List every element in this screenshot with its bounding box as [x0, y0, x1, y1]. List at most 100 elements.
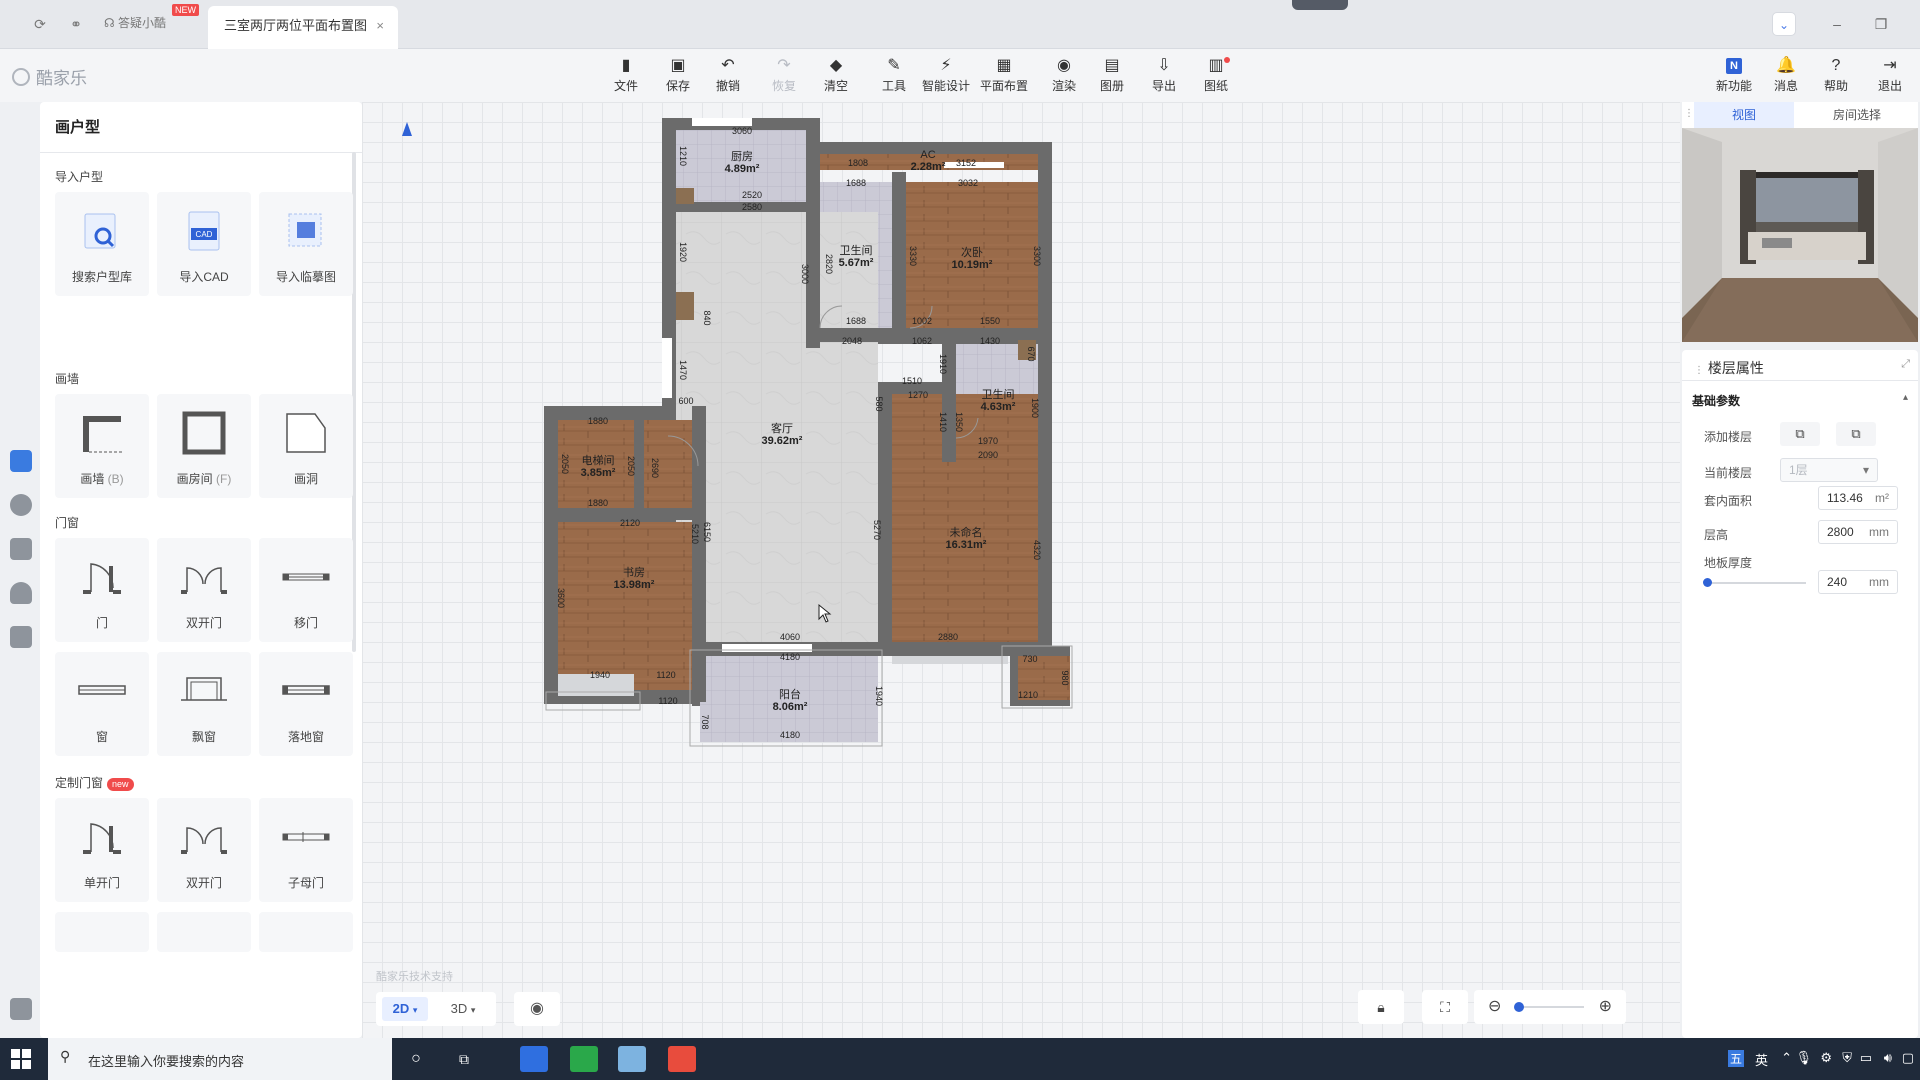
drag-handle-icon[interactable]: ⋮ — [1694, 365, 1704, 376]
minimize-icon[interactable]: – — [1826, 14, 1848, 34]
more-item[interactable] — [55, 912, 149, 952]
ime-mode-a[interactable]: 五 — [1727, 1050, 1744, 1067]
zoom-in-icon[interactable]: ⊕ — [1599, 990, 1612, 1024]
cortana-icon[interactable]: ○ — [402, 1046, 430, 1072]
tab-help[interactable]: ☊ 答疑小酷 NEW — [104, 4, 199, 31]
new-feature-button[interactable]: N 新功能 — [1710, 55, 1758, 94]
cabinet-icon[interactable] — [10, 626, 32, 648]
tool-drawing-button[interactable]: ▥ 图纸 — [1192, 55, 1240, 94]
user-icon[interactable] — [10, 582, 32, 604]
add-floor-above-button[interactable]: ⧉ — [1780, 422, 1820, 446]
visibility-toggle[interactable]: ◉ — [514, 992, 560, 1026]
tool-camera-button[interactable]: ◉ 渲染 — [1040, 55, 1088, 94]
tool-save-button[interactable]: ▣ 保存 — [654, 55, 702, 94]
gear-icon[interactable]: ⚙ — [1820, 1050, 1832, 1066]
window-handle[interactable] — [1292, 0, 1348, 10]
tool-layout-button[interactable]: ▦ 平面布置 — [980, 55, 1028, 94]
help-button[interactable]: ? 帮助 — [1812, 55, 1860, 94]
door-button[interactable]: 门 — [55, 538, 149, 642]
bay-window-button[interactable]: 飘窗 — [157, 652, 251, 756]
single-door-button[interactable]: 单开门 — [55, 798, 149, 902]
tab-room-select[interactable]: 房间选择 — [1802, 102, 1912, 128]
room-name: 未命名 — [950, 525, 983, 539]
floor-window-button[interactable]: 落地窗 — [259, 652, 353, 756]
current-floor-select[interactable]: 1层 ▾ — [1780, 458, 1878, 482]
kujiale-app-icon[interactable] — [520, 1046, 548, 1072]
drag-handle-icon[interactable]: ⋮ — [1684, 108, 1694, 119]
refresh-icon[interactable]: ⟳ — [30, 14, 50, 34]
bell-button[interactable]: 🔔 消息 — [1762, 55, 1810, 94]
tool-redo-button[interactable]: ↷ 恢复 — [760, 55, 808, 94]
tool-export-button[interactable]: ⇩ 导出 — [1140, 55, 1188, 94]
custom-double-door-button[interactable]: 双开门 — [157, 798, 251, 902]
headset-icon: ☊ — [104, 16, 115, 30]
windows-start-icon[interactable] — [10, 1048, 32, 1070]
more-item[interactable] — [157, 912, 251, 952]
caret-up-icon[interactable]: ▴ — [1903, 392, 1908, 403]
sliding-door-button[interactable]: 移门 — [259, 538, 353, 642]
tool-album-button[interactable]: ▤ 图册 — [1088, 55, 1136, 94]
volume-icon[interactable]: 🔊︎ — [1884, 1050, 1892, 1066]
floorplan-mode-icon[interactable] — [10, 450, 32, 472]
tool-eraser-button[interactable]: ◆ 清空 — [812, 55, 860, 94]
fit-view-button[interactable]: ⛶ — [1422, 990, 1468, 1024]
task-view-icon[interactable]: ⧉ — [450, 1046, 478, 1072]
window-button[interactable]: 窗 — [55, 652, 149, 756]
room-study[interactable] — [558, 522, 692, 690]
collapse-icon[interactable]: ⌄ — [1772, 12, 1796, 36]
floor-properties: ⋮ 楼层属性 ⤢ 基础参数 ▴ 添加楼层 ⧉ ⧉ 当前楼层 1层 ▾ 套内面积 1… — [1682, 350, 1918, 1038]
thickness-slider[interactable] — [1703, 578, 1806, 587]
view-2d-button[interactable]: 2D ▾ — [382, 997, 428, 1021]
tab-floorplan[interactable]: 三室两厅两位平面布置图 × — [208, 6, 398, 49]
import-cad-button[interactable]: CAD 导入CAD — [157, 192, 251, 296]
dimension-label: 3032 — [958, 178, 978, 188]
area-field[interactable]: 113.46 m² — [1818, 486, 1898, 510]
zoom-handle[interactable] — [1514, 1002, 1525, 1012]
chevron-up-icon[interactable]: ⌃ — [1781, 1050, 1792, 1066]
tool-label: 保存 — [665, 79, 690, 93]
list-icon[interactable] — [10, 998, 32, 1020]
design-canvas[interactable]: 厨房 4.89m² AC 2.28m² 卫生间 5.67m² 次卧 10.19m² 卫生间 4.6… — [362, 102, 1680, 1038]
draw-wall-button[interactable]: 画墙 (B) — [55, 394, 149, 498]
network-icon[interactable]: ▭ — [1860, 1050, 1872, 1066]
floor-plan[interactable]: 厨房4.89m²AC2.28m²卫生间5.67m²次卧10.19m²卫生间4.6… — [362, 102, 1680, 1038]
taskbar-search[interactable]: ⚲ 在这里输入你要搜索的内容 — [48, 1038, 392, 1080]
tool-wrench-button[interactable]: ✎ 工具 — [870, 55, 918, 94]
view-3d-button[interactable]: 3D ▾ — [440, 997, 486, 1021]
link-icon[interactable]: ⚭ — [66, 14, 86, 34]
exit-button[interactable]: ⇥ 退出 — [1866, 55, 1914, 94]
tool-lightning-button[interactable]: ⚡ 智能设计 — [922, 55, 970, 94]
tool-undo-button[interactable]: ↶ 撤销 — [704, 55, 752, 94]
lock-button[interactable]: 🔒︎ — [1358, 990, 1404, 1024]
3d-preview[interactable] — [1682, 128, 1918, 342]
more-item[interactable] — [259, 912, 353, 952]
chevron-down-icon: ▾ — [1862, 463, 1869, 477]
draw-room-button[interactable]: 画房间 (F) — [157, 394, 251, 498]
view-switcher: 2D ▾ 3D ▾ — [376, 992, 496, 1026]
zoom-out-icon[interactable]: ⊖ — [1488, 990, 1501, 1024]
lightbulb-icon[interactable] — [10, 494, 32, 516]
import-sketch-button[interactable]: 导入临摹图 — [259, 192, 353, 296]
tool-file-button[interactable]: ▮ 文件 — [602, 55, 650, 94]
tab-view[interactable]: 视图 — [1694, 102, 1794, 128]
mother-son-door-button[interactable]: 子母门 — [259, 798, 353, 902]
notification-icon[interactable]: ▢ — [1902, 1050, 1914, 1066]
thickness-field[interactable]: 240 mm — [1818, 570, 1898, 594]
shield-icon[interactable]: ⛨ — [1842, 1050, 1852, 1066]
sofa-icon[interactable] — [10, 538, 32, 560]
recorder-app-icon[interactable] — [668, 1046, 696, 1072]
height-field[interactable]: 2800 mm — [1818, 520, 1898, 544]
zoom-slider[interactable] — [1514, 1002, 1584, 1012]
close-tab-icon[interactable]: × — [376, 6, 384, 46]
draw-hole-button[interactable]: 画洞 — [259, 394, 353, 498]
expand-icon[interactable]: ⤢ — [1901, 358, 1910, 371]
mic-icon[interactable]: 🎙︎ — [1795, 1050, 1812, 1066]
notes-app-icon[interactable] — [618, 1046, 646, 1072]
camtasia-icon[interactable] — [570, 1046, 598, 1072]
thickness-slider-handle[interactable] — [1703, 578, 1712, 587]
add-floor-below-button[interactable]: ⧉ — [1836, 422, 1876, 446]
double-door-button[interactable]: 双开门 — [157, 538, 251, 642]
ime-mode-b[interactable]: 英 — [1755, 1050, 1768, 1069]
search-library-button[interactable]: 搜索户型库 — [55, 192, 149, 296]
restore-icon[interactable]: ❐ — [1870, 14, 1892, 34]
